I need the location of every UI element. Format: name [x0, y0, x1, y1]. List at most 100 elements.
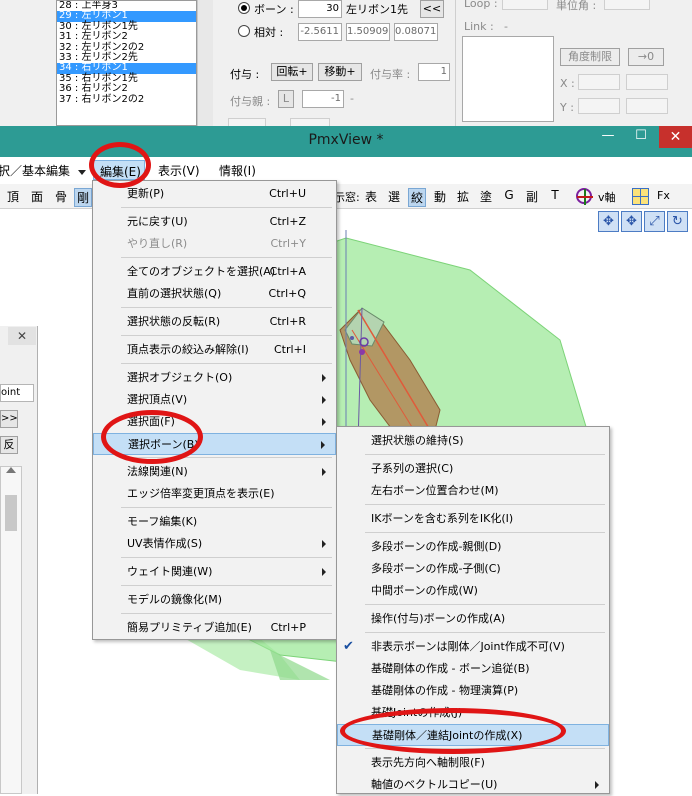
edit-menu-item-label: 頂点表示の絞込み解除(I): [127, 343, 249, 356]
edit-menu-item[interactable]: エッジ倍率変更頂点を表示(E): [93, 483, 336, 505]
rotate-icon[interactable]: ↻: [667, 211, 688, 232]
bone-nav-button[interactable]: <<: [420, 0, 444, 18]
grid-icon[interactable]: [632, 188, 649, 205]
ik-x-label: X :: [560, 77, 575, 90]
tool-select[interactable]: 選: [385, 188, 403, 205]
zoom-icon[interactable]: ⤢: [644, 211, 665, 232]
ik-loop-field[interactable]: [502, 0, 548, 10]
edit-menu-item[interactable]: 直前の選択状態(Q) Ctrl+Q: [93, 283, 336, 305]
side-scrollbar[interactable]: [0, 466, 22, 794]
edit-menu-item[interactable]: モデルの鏡像化(M): [93, 589, 336, 611]
grant-parent-field[interactable]: -1: [302, 90, 344, 108]
menu-view[interactable]: 表示(V): [158, 162, 200, 179]
bone-submenu-item[interactable]: 非表示ボーンは剛体／Joint作成不可(V) ✔: [337, 636, 609, 658]
angle-limit-button[interactable]: 角度制限: [560, 48, 620, 66]
bone-list-item[interactable]: 37 : 右リボン2の2: [57, 94, 196, 105]
reverse-button[interactable]: 反: [0, 436, 18, 454]
ik-y-min-field[interactable]: [578, 98, 620, 114]
close-button[interactable]: ✕: [659, 126, 692, 148]
edit-menu-item[interactable]: 元に戻す(U) Ctrl+Z: [93, 211, 336, 233]
relative-z-field[interactable]: 0.08071: [394, 23, 438, 41]
bone-submenu-item[interactable]: 表示先方向へ軸制限(F): [337, 752, 609, 774]
tool-vertex[interactable]: 頂: [4, 188, 22, 205]
edit-menu-item[interactable]: UV表情作成(S): [93, 533, 336, 555]
bone-submenu-item[interactable]: 基礎剛体の作成 - 物理演算(P): [337, 680, 609, 702]
bone-list-item[interactable]: 31 : 左リボン2: [57, 31, 196, 42]
maximize-button[interactable]: ☐: [625, 126, 657, 148]
tool-group[interactable]: G: [500, 188, 518, 202]
bone-list-item[interactable]: 36 : 右リボン2: [57, 83, 196, 94]
side-panel: ✕ oint >> 反: [0, 326, 38, 794]
tool-sub[interactable]: 副: [523, 188, 541, 205]
bone-submenu-item[interactable]: 多段ボーンの作成-子側(C): [337, 558, 609, 580]
edit-menu-item[interactable]: 選択頂点(V): [93, 389, 336, 411]
tool-rigid[interactable]: 剛: [74, 188, 92, 207]
edit-menu-item[interactable]: 選択状態の反転(R) Ctrl+R: [93, 311, 336, 333]
relative-radio[interactable]: [238, 25, 250, 37]
ik-x-max-field[interactable]: [626, 74, 668, 90]
move-icon[interactable]: ✥: [621, 211, 642, 232]
relative-x-field[interactable]: -2.5611: [298, 23, 342, 41]
scroll-up-icon[interactable]: [6, 467, 16, 473]
fx-label[interactable]: Fx: [657, 189, 670, 202]
tool-scale[interactable]: 拡: [454, 188, 472, 205]
edit-menu-item[interactable]: ウェイト関連(W): [93, 561, 336, 583]
joint-tab[interactable]: oint: [0, 384, 34, 402]
edit-menu-item[interactable]: 選択オブジェクト(O): [93, 367, 336, 389]
bone-list-scrollbar[interactable]: [197, 0, 213, 126]
grant-parent-button[interactable]: L: [278, 90, 294, 108]
bone-submenu-item[interactable]: 中間ボーンの作成(W): [337, 580, 609, 602]
tool-bone[interactable]: 骨: [52, 188, 70, 205]
v-axis-label[interactable]: v軸: [598, 189, 616, 205]
pan-icon[interactable]: ✥: [598, 211, 619, 232]
tool-text[interactable]: T: [546, 188, 564, 202]
edit-menu-item[interactable]: モーフ編集(K): [93, 511, 336, 533]
ik-x-min-field[interactable]: [578, 74, 620, 90]
bone-submenu-item[interactable]: 左右ボーン位置合わせ(M): [337, 480, 609, 502]
edit-menu-item-shortcut: Ctrl+Z: [269, 215, 306, 228]
grant-rate-field[interactable]: 1: [418, 63, 450, 81]
bone-submenu-item[interactable]: 選択状態の維持(S): [337, 430, 609, 452]
menu-separator: [365, 532, 605, 533]
axis-gizmo-icon[interactable]: [576, 188, 593, 205]
bone-submenu-item[interactable]: 操作(付与)ボーンの作成(A): [337, 608, 609, 630]
edit-menu-item[interactable]: 法線関連(N): [93, 461, 336, 483]
tool-face[interactable]: 面: [28, 188, 46, 205]
scroll-thumb[interactable]: [5, 495, 17, 531]
bone-submenu-item[interactable]: IKボーンを含む系列をIK化(I): [337, 508, 609, 530]
ik-link-list[interactable]: [462, 36, 554, 122]
bone-submenu-item[interactable]: 子系列の選択(C): [337, 458, 609, 480]
bone-submenu-item[interactable]: 基礎剛体の作成 - ボーン追従(B): [337, 658, 609, 680]
tool-filter[interactable]: 絞: [408, 188, 426, 207]
bone-radio[interactable]: [238, 2, 250, 14]
forward-button[interactable]: >>: [0, 410, 18, 428]
relative-y-field[interactable]: 1.50909: [346, 23, 390, 41]
bone-list[interactable]: 28 : 上半身3 29 : 左リボン1 30 : 左リボン1先 31 : 左リボン2…: [56, 0, 197, 126]
edit-menu-item-label: 直前の選択状態(Q): [127, 287, 222, 300]
chevron-down-icon[interactable]: [78, 170, 86, 175]
ik-y-max-field[interactable]: [626, 98, 668, 114]
ik-link-dash: -: [504, 20, 508, 33]
edit-menu-item[interactable]: 全てのオブジェクトを選択(A) Ctrl+A: [93, 261, 336, 283]
bone-index-field[interactable]: 30: [298, 0, 342, 18]
bone-submenu-item[interactable]: 軸値のベクトルコピー(U): [337, 774, 609, 796]
edit-menu-item[interactable]: 簡易プリミティブ追加(E) Ctrl+P: [93, 617, 336, 639]
side-panel-close-icon[interactable]: ✕: [8, 327, 36, 345]
tool-paint[interactable]: 塗: [477, 188, 495, 205]
zero-button[interactable]: →0: [628, 48, 664, 66]
edit-menu-item-label: モデルの鏡像化(M): [127, 593, 223, 606]
menu-select-basic-edit[interactable]: 選択／基本編集: [0, 162, 70, 179]
minimize-button[interactable]: —: [592, 126, 624, 148]
rotate-grant-button[interactable]: 回転+: [271, 63, 313, 81]
submenu-arrow-icon: [322, 374, 326, 382]
ik-unit-angle-field[interactable]: [604, 0, 650, 10]
tool-show[interactable]: 表: [362, 188, 380, 205]
edit-menu-item[interactable]: やり直し(R) Ctrl+Y: [93, 233, 336, 255]
bone-submenu-item-label: 多段ボーンの作成-子側(C): [371, 562, 501, 575]
menu-separator: [365, 504, 605, 505]
bone-submenu-item[interactable]: 多段ボーンの作成-親側(D): [337, 536, 609, 558]
move-grant-button[interactable]: 移動+: [318, 63, 362, 81]
edit-menu-item[interactable]: 頂点表示の絞込み解除(I) Ctrl+I: [93, 339, 336, 361]
tool-move[interactable]: 動: [431, 188, 449, 205]
menu-info[interactable]: 情報(I): [219, 162, 256, 179]
